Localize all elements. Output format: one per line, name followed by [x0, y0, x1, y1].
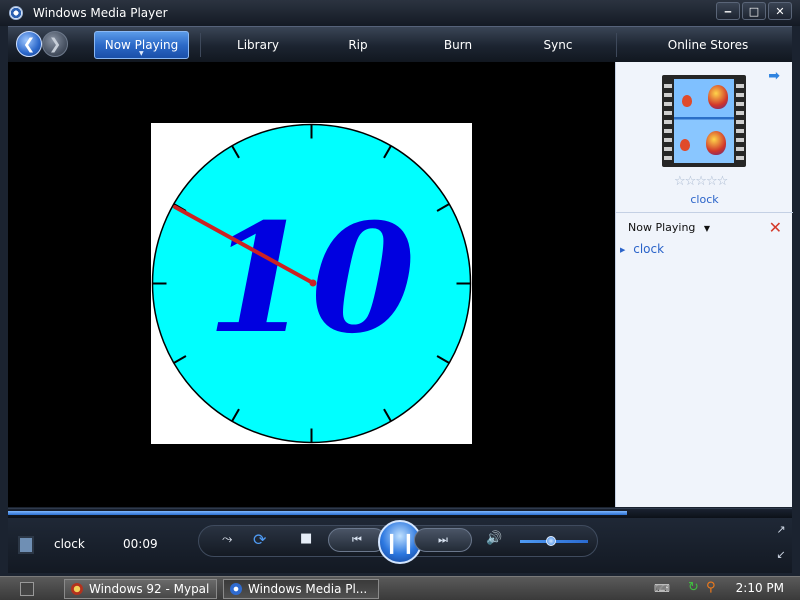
tab-now-playing[interactable]: Now Playing ▼ — [94, 31, 189, 59]
clock-video-frame: 10 — [151, 123, 472, 444]
compact-mode-icon[interactable]: ↙ — [774, 548, 788, 562]
balloon-image — [680, 139, 690, 151]
browser-icon — [71, 583, 83, 595]
balloon-image — [708, 85, 728, 109]
tab-label: Sync — [543, 38, 573, 52]
list-pane: ➡ ☆☆☆☆☆ clock Now Playing ▼ ✕ ▶ clock — [615, 62, 793, 507]
film-strip-right — [736, 79, 744, 163]
media-player-window: Windows Media Player ‒ □ ✕ ❮ ❯ Now Playi… — [0, 0, 800, 576]
video-file-icon[interactable] — [18, 536, 34, 554]
balloon-image — [682, 95, 692, 107]
taskbar-item-label: Windows 92 - Mypal — [89, 582, 210, 596]
now-playing-list-header[interactable]: Now Playing ▼ — [628, 221, 710, 234]
list-item[interactable]: ▶ clock — [620, 242, 664, 256]
tab-label: Burn — [443, 38, 473, 52]
tab-burn[interactable]: Burn — [408, 27, 508, 63]
tab-library[interactable]: Library — [208, 27, 308, 63]
chevron-down-icon: ▼ — [703, 224, 711, 233]
maximize-button[interactable]: □ — [742, 2, 766, 20]
back-button[interactable]: ❮ — [16, 31, 42, 57]
shuffle-icon[interactable]: ⤳ — [222, 532, 232, 547]
minimize-button[interactable]: ‒ — [716, 2, 740, 20]
start-icon — [20, 582, 34, 596]
arrow-left-icon: ❮ — [22, 35, 36, 53]
album-art-image — [674, 79, 734, 163]
close-button[interactable]: ✕ — [768, 2, 792, 20]
keyboard-icon[interactable]: ⌨ — [654, 582, 670, 595]
taskbar-item-label: Windows Media Pl... — [248, 582, 368, 596]
transport-controls: clock 00:09 ⤳ ⟳ ■ ⏮ ❙❙ ⏭ 🔊 ↗ ↙ — [8, 518, 792, 573]
search-icon[interactable]: ⚲ — [706, 580, 716, 595]
media-player-icon — [230, 583, 242, 595]
album-art[interactable] — [662, 75, 746, 167]
tab-divider — [616, 33, 617, 57]
window-controls: ‒ □ ✕ — [716, 2, 792, 20]
volume-knob[interactable] — [545, 536, 556, 546]
media-title: clock — [54, 537, 85, 551]
tab-label: Rip — [348, 38, 368, 52]
video-display[interactable]: 10 — [8, 62, 615, 507]
stop-icon[interactable]: ■ — [300, 531, 312, 546]
film-strip-left — [664, 79, 672, 163]
taskbar-item-mypal[interactable]: Windows 92 - Mypal — [64, 579, 217, 599]
arrow-right-icon: ❯ — [48, 35, 62, 53]
seek-progress — [8, 511, 628, 515]
album-caption[interactable]: clock — [616, 193, 793, 206]
chevron-down-icon[interactable]: ▼ — [139, 50, 144, 57]
forward-button[interactable]: ❯ — [42, 31, 68, 57]
pause-icon: ❙❙ — [383, 530, 417, 554]
network-icon[interactable]: ↻ — [688, 580, 699, 595]
now-playing-list-label: Now Playing — [628, 221, 696, 234]
window-title: Windows Media Player — [33, 6, 168, 20]
tab-online-stores[interactable]: Online Stores — [618, 27, 798, 63]
pane-divider — [616, 212, 793, 213]
seek-bar[interactable] — [8, 508, 792, 518]
tab-rip[interactable]: Rip — [308, 27, 408, 63]
title-bar[interactable]: Windows Media Player ‒ □ ✕ — [0, 0, 800, 26]
start-button[interactable] — [0, 578, 60, 600]
taskbar-item-media-player[interactable]: Windows Media Pl... — [223, 579, 379, 599]
tab-label: Library — [237, 38, 279, 52]
clock-number: 10 — [207, 191, 416, 367]
clock-graphic: 10 — [151, 123, 472, 444]
taskbar-clock[interactable]: 2:10 PM — [736, 581, 784, 595]
list-item-label: clock — [633, 242, 665, 256]
taskbar: Windows 92 - Mypal Windows Media Pl... ⌨… — [0, 576, 800, 600]
tab-label: Online Stores — [667, 38, 749, 52]
next-button[interactable]: ⏭ — [414, 528, 472, 552]
fullscreen-icon[interactable]: ↗ — [774, 523, 788, 537]
tab-sync[interactable]: Sync — [508, 27, 608, 63]
play-indicator-icon: ▶ — [620, 245, 626, 254]
nav-bar: ❮ ❯ Now Playing ▼ Library Rip Burn Sync … — [8, 26, 792, 62]
system-tray: ⌨ ↻ ⚲ 2:10 PM — [650, 577, 800, 600]
mute-icon[interactable]: 🔊 — [486, 531, 502, 546]
repeat-icon[interactable]: ⟳ — [253, 530, 266, 549]
next-icon: ⏭ — [438, 533, 448, 546]
previous-icon: ⏮ — [352, 533, 362, 546]
tab-divider — [200, 33, 201, 57]
balloon-image — [706, 131, 726, 155]
arrow-right-icon[interactable]: ➡ — [768, 68, 780, 84]
rating-stars[interactable]: ☆☆☆☆☆ — [674, 174, 728, 189]
elapsed-time: 00:09 — [123, 537, 158, 551]
clear-list-icon[interactable]: ✕ — [769, 218, 782, 237]
clock-pivot — [309, 279, 317, 287]
media-player-app-icon — [9, 6, 23, 20]
